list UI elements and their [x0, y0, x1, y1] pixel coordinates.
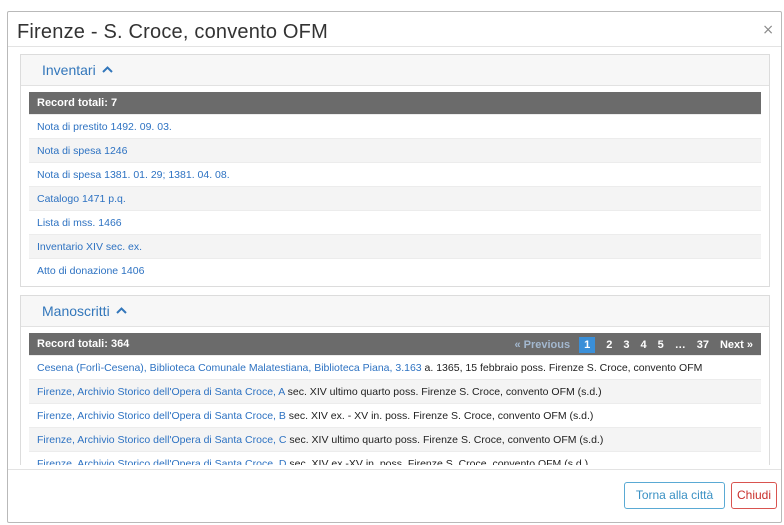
pager-page[interactable]: 4 — [640, 339, 646, 351]
manoscritti-panel-heading: Manoscritti — [21, 296, 769, 327]
inventory-link[interactable]: Catalogo 1471 p.q. — [37, 193, 126, 205]
chevron-up-icon — [115, 307, 127, 314]
inventory-link[interactable]: Nota di spesa 1381. 01. 29; 1381. 04. 08… — [37, 169, 230, 181]
pager-page[interactable]: 1 — [579, 337, 596, 353]
table-row: Atto di donazione 1406 — [29, 258, 761, 282]
inventari-rows: Nota di prestito 1492. 09. 03. Nota di sp… — [29, 114, 761, 282]
table-row: Firenze, Archivio Storico dell'Opera di … — [29, 379, 761, 403]
inventari-panel-heading: Inventari — [21, 55, 769, 86]
manuscript-detail: a. 1365, 15 febbraio poss. Firenze S. Cr… — [421, 362, 703, 374]
manuscript-link[interactable]: Firenze, Archivio Storico dell'Opera di … — [37, 434, 286, 446]
modal-footer: Torna alla città Chiudi — [8, 469, 781, 522]
table-row: Firenze, Archivio Storico dell'Opera di … — [29, 403, 761, 427]
pager-ellipsis: … — [674, 339, 686, 351]
pager-page[interactable]: 37 — [697, 339, 709, 351]
table-row: Nota di prestito 1492. 09. 03. — [29, 114, 761, 138]
inventari-table: Record totali: 7 Nota di prestito 1492. … — [29, 92, 761, 282]
manuscript-detail: sec. XIV ex. - XV in. poss. Firenze S. C… — [285, 410, 594, 422]
manuscript-detail: sec. XIV ultimo quarto poss. Firenze S. … — [286, 434, 604, 446]
manuscript-link[interactable]: Firenze, Archivio Storico dell'Opera di … — [37, 410, 286, 422]
pager-next[interactable]: Next » — [720, 339, 753, 351]
inventari-toggle-label: Inventari — [42, 62, 96, 78]
inventory-link[interactable]: Nota di spesa 1246 — [37, 145, 127, 157]
modal-dialog: Firenze - S. Croce, convento OFM × Inven… — [7, 11, 782, 523]
table-row: Cesena (Forlì-Cesena), Biblioteca Comuna… — [29, 355, 761, 379]
manoscritti-toggle[interactable]: Manoscritti — [42, 303, 127, 319]
manoscritti-panel: Manoscritti Record totali: 364 « Previou… — [20, 295, 770, 465]
table-row: Nota di spesa 1381. 01. 29; 1381. 04. 08… — [29, 162, 761, 186]
inventari-panel: Inventari Record totali: 7 Nota di prest… — [20, 54, 770, 287]
manoscritti-rows: Cesena (Forlì-Cesena), Biblioteca Comuna… — [29, 355, 761, 465]
inventari-toggle[interactable]: Inventari — [42, 62, 113, 78]
pager-page[interactable]: 2 — [606, 339, 612, 351]
manuscript-detail: sec. XIV ultimo quarto poss. Firenze S. … — [284, 386, 602, 398]
close-icon[interactable]: × — [762, 23, 774, 37]
chevron-up-icon — [101, 66, 113, 73]
table-row: Lista di mss. 1466 — [29, 210, 761, 234]
manoscritti-table-header: Record totali: 364 « Previous 1 2 3 4 5 … 37 Ne… — [29, 333, 761, 355]
table-row: Inventario XIV sec. ex. — [29, 234, 761, 258]
close-button[interactable]: Chiudi — [731, 482, 777, 509]
manuscript-detail: sec. XIV ex.-XV in. poss. Firenze S. Cro… — [286, 458, 589, 465]
manoscritti-table: Record totali: 364 « Previous 1 2 3 4 5 … 37 Ne… — [29, 333, 761, 465]
pager-page[interactable]: 5 — [658, 339, 664, 351]
manuscript-link[interactable]: Firenze, Archivio Storico dell'Opera di … — [37, 458, 286, 465]
inventari-record-count: Record totali: 7 — [37, 97, 118, 109]
inventari-table-header: Record totali: 7 — [29, 92, 761, 114]
inventory-link[interactable]: Lista di mss. 1466 — [37, 217, 122, 229]
inventory-link[interactable]: Nota di prestito 1492. 09. 03. — [37, 121, 172, 133]
inventory-link[interactable]: Inventario XIV sec. ex. — [37, 241, 142, 253]
pager-page[interactable]: 3 — [623, 339, 629, 351]
modal-header: Firenze - S. Croce, convento OFM × — [8, 12, 781, 47]
manuscript-link[interactable]: Firenze, Archivio Storico dell'Opera di … — [37, 386, 285, 398]
table-row: Firenze, Archivio Storico dell'Opera di … — [29, 451, 761, 465]
manuscript-link[interactable]: Cesena (Forlì-Cesena), Biblioteca Comuna… — [37, 362, 422, 374]
back-to-city-button[interactable]: Torna alla città — [624, 482, 725, 509]
pagination: « Previous 1 2 3 4 5 … 37 Next » — [503, 337, 753, 353]
table-row: Catalogo 1471 p.q. — [29, 186, 761, 210]
manoscritti-toggle-label: Manoscritti — [42, 303, 110, 319]
manoscritti-record-count: Record totali: 364 — [37, 338, 130, 350]
table-row: Nota di spesa 1246 — [29, 138, 761, 162]
table-row: Firenze, Archivio Storico dell'Opera di … — [29, 427, 761, 451]
modal-title: Firenze - S. Croce, convento OFM — [17, 21, 328, 43]
inventory-link[interactable]: Atto di donazione 1406 — [37, 265, 144, 277]
pager-previous[interactable]: « Previous — [514, 339, 570, 351]
modal-body: Inventari Record totali: 7 Nota di prest… — [8, 47, 781, 465]
